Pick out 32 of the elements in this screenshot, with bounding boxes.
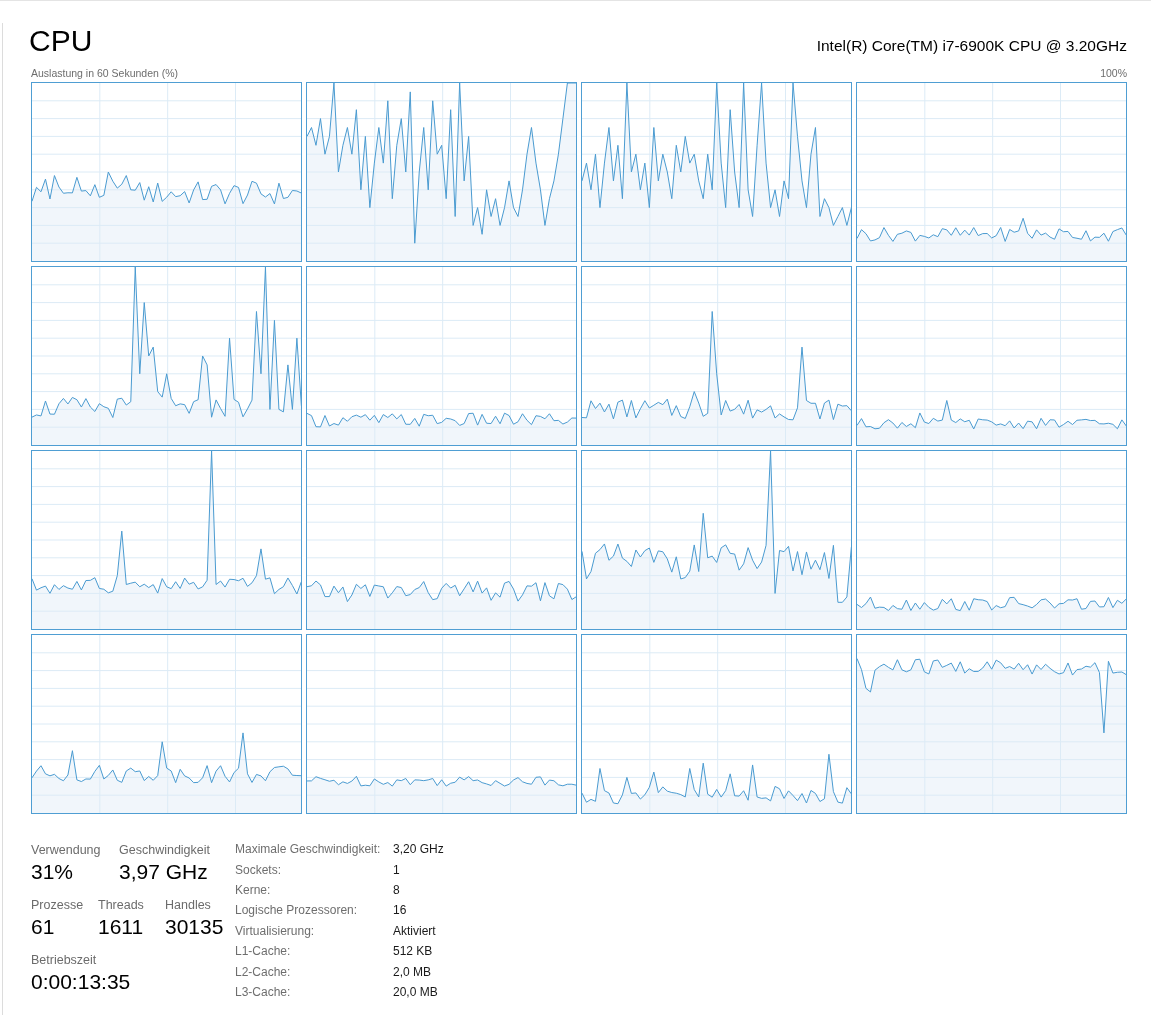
stat-value: 31% [31, 859, 74, 885]
detail-label: Maximale Geschwindigkeit: [235, 842, 382, 857]
processor-name: Intel(R) Core(TM) i7-6900K CPU @ 3.20GHz [816, 36, 1127, 56]
detail-value: 16 [393, 903, 408, 918]
page-title: CPU [29, 23, 93, 59]
detail-label: Logische Prozessoren: [235, 903, 359, 918]
detail-value: 20,0 MB [393, 984, 439, 999]
detail-value: 1 [393, 862, 401, 877]
stat-label: Betriebszeit [31, 952, 97, 968]
stat-value: 1611 [98, 914, 144, 940]
axis-max-label: 100% [1100, 66, 1127, 80]
stat-label: Prozesse [31, 897, 84, 913]
detail-label: Kerne: [235, 882, 272, 897]
stat-label: Threads [98, 897, 144, 913]
detail-value: Aktiviert [393, 923, 437, 938]
detail-value: 2,0 MB [393, 964, 432, 979]
stat-value: 30135 [165, 914, 224, 940]
stat-value: 0:00:13:35 [31, 969, 131, 995]
detail-value: 512 KB [393, 944, 434, 959]
stat-label: Verwendung [31, 842, 101, 858]
graph-caption: Auslastung in 60 Sekunden (%) [31, 66, 179, 80]
detail-value: 8 [393, 882, 401, 897]
detail-label: L3-Cache: [235, 984, 292, 999]
detail-label: Virtualisierung: [235, 923, 316, 938]
detail-label: L1-Cache: [235, 944, 292, 959]
detail-value: 3,20 GHz [393, 842, 444, 857]
stat-label: Geschwindigkeit [119, 842, 210, 858]
stat-label: Handles [165, 897, 211, 913]
stat-value: 3,97 GHz [119, 859, 208, 885]
stat-value: 61 [31, 914, 55, 940]
detail-label: L2-Cache: [235, 964, 292, 979]
detail-label: Sockets: [235, 862, 283, 877]
